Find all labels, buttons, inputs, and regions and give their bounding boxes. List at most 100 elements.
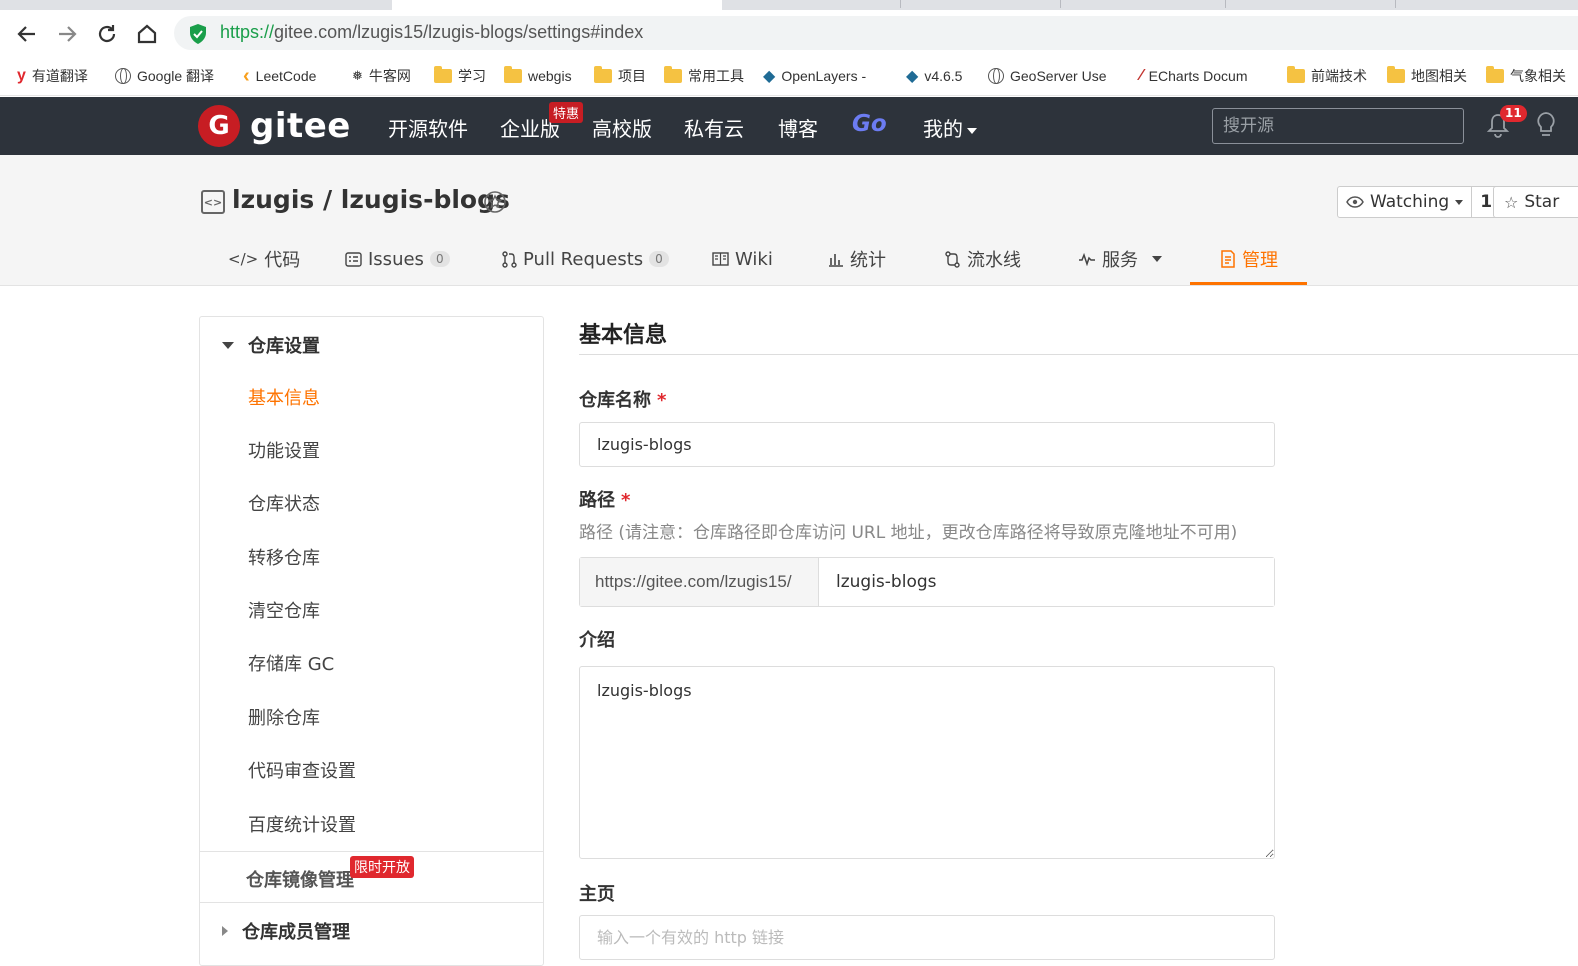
sidebar-item-code-review[interactable]: 代码审查设置 — [248, 757, 356, 783]
bookmark-item[interactable]: webgis — [504, 65, 572, 87]
bookmark-label: Google 翻译 — [137, 68, 215, 84]
globe-icon — [988, 68, 1004, 84]
required-mark: * — [621, 490, 631, 511]
bookmark-item[interactable]: ◆ v4.6.5 — [906, 65, 962, 87]
repo-name-label-text: 仓库名称 — [579, 390, 651, 411]
bookmark-item[interactable]: 项目 — [594, 65, 646, 87]
chevron-down-icon — [1152, 256, 1162, 262]
nowcoder-icon: ❅ — [352, 68, 363, 83]
bookmark-item[interactable]: 前端技术 — [1287, 65, 1367, 87]
tab-separator — [900, 0, 901, 8]
watch-button[interactable]: Watching 1 — [1337, 186, 1502, 218]
nav-mine-label: 我的 — [923, 117, 963, 141]
bookmark-label: 项目 — [618, 68, 646, 84]
bookmark-item[interactable]: ◆ OpenLayers - — [763, 65, 866, 87]
back-button[interactable] — [15, 22, 39, 46]
bookmark-label: 地图相关 — [1411, 68, 1467, 84]
sidebar-item-transfer[interactable]: 转移仓库 — [248, 544, 320, 570]
leetcode-icon: ‹ — [243, 64, 250, 87]
tab-manage[interactable]: 管理 — [1220, 245, 1278, 273]
folder-icon — [1387, 66, 1405, 83]
reload-button[interactable] — [95, 22, 119, 46]
bookmark-item[interactable]: ❅ 牛客网 — [352, 65, 411, 87]
browser-active-tab[interactable] — [392, 0, 722, 10]
issues-count-badge: 0 — [429, 251, 450, 267]
nav-open-source[interactable]: 开源软件 — [388, 113, 468, 142]
openlayers-icon: ◆ — [763, 68, 776, 85]
nav-private-cloud[interactable]: 私有云 — [684, 113, 744, 142]
home-button[interactable] — [135, 22, 159, 46]
bookmark-label: 常用工具 — [688, 68, 744, 84]
globe-icon — [115, 68, 131, 84]
bookmark-item[interactable]: Google 翻译 — [115, 65, 214, 87]
star-button[interactable]: ☆ Star — [1493, 186, 1578, 218]
nav-blog[interactable]: 博客 — [778, 113, 818, 142]
path-hint: 路径 (请注意：仓库路径即仓库访问 URL 地址，更改仓库路径将导致原克隆地址不… — [579, 523, 1238, 543]
tab-pipeline-label: 流水线 — [967, 250, 1021, 271]
sidebar-item-basic-info[interactable]: 基本信息 — [248, 384, 320, 410]
back-arrow-icon — [17, 26, 35, 42]
tab-service[interactable]: 服务 — [1078, 245, 1162, 273]
section-divider — [579, 354, 1578, 355]
sidebar-group-repo-settings[interactable]: 仓库设置 — [222, 332, 320, 358]
forward-button[interactable] — [55, 22, 79, 46]
nav-education[interactable]: 高校版 — [592, 113, 652, 142]
lightbulb-icon[interactable] — [1534, 111, 1558, 139]
bookmark-item[interactable]: 气象相关 — [1486, 65, 1566, 87]
bookmark-item[interactable]: ∕ ECharts Docum — [1140, 65, 1247, 87]
bookmark-item[interactable]: y 有道翻译 — [17, 65, 88, 87]
echarts-icon: ∕ — [1140, 67, 1143, 84]
bookmark-item[interactable]: 常用工具 — [664, 65, 744, 87]
caret-down-icon — [222, 341, 234, 349]
bookmark-label: ECharts Docum — [1148, 68, 1248, 84]
required-mark: * — [657, 390, 667, 411]
sidebar-item-delete[interactable]: 删除仓库 — [248, 704, 320, 730]
issues-icon — [345, 251, 362, 267]
sidebar-group-members[interactable]: 仓库成员管理 — [222, 918, 350, 944]
sidebar-item-features[interactable]: 功能设置 — [248, 437, 320, 463]
gitee-logo-text: gitee — [250, 106, 351, 146]
repo-name-input[interactable] — [579, 422, 1275, 467]
path-input[interactable] — [819, 558, 1274, 606]
tab-pipeline[interactable]: 流水线 — [944, 245, 1021, 273]
tab-service-label: 服务 — [1102, 250, 1138, 271]
bookmark-item[interactable]: 地图相关 — [1387, 65, 1467, 87]
limited-time-badge: 限时开放 — [350, 856, 414, 878]
nav-go[interactable]: Go — [852, 111, 887, 137]
nav-mine[interactable]: 我的 — [923, 113, 977, 142]
watch-button-main[interactable]: Watching — [1338, 187, 1473, 217]
project-title[interactable]: lzugis / lzugis-blogs — [232, 185, 510, 214]
repo-code-icon: <> — [201, 190, 225, 214]
sidebar-item-mirror[interactable]: 仓库镜像管理 — [246, 866, 354, 892]
tab-wiki[interactable]: Wiki — [712, 245, 773, 273]
bookmark-item[interactable]: GeoServer Use — [988, 65, 1106, 87]
tab-issues[interactable]: Issues 0 — [345, 245, 450, 273]
gitee-logo[interactable]: G gitee — [198, 105, 351, 147]
sidebar-group-members-label: 仓库成员管理 — [242, 922, 350, 943]
search-input[interactable] — [1212, 108, 1464, 144]
pipeline-icon — [945, 250, 960, 268]
bookmark-item[interactable]: ‹ LeetCode — [243, 65, 316, 87]
tab-issues-label: Issues — [368, 248, 424, 270]
url-scheme: https:// — [220, 22, 275, 42]
tab-manage-label: 管理 — [1242, 250, 1278, 271]
sidebar-item-baidu-stats[interactable]: 百度统计设置 — [248, 811, 356, 837]
homepage-input[interactable] — [579, 915, 1275, 960]
pull-requests-count-badge: 0 — [649, 251, 669, 267]
sidebar-item-clear[interactable]: 清空仓库 — [248, 597, 320, 623]
section-title: 基本信息 — [579, 323, 668, 348]
tab-stats[interactable]: 统计 — [828, 245, 886, 273]
url-field[interactable]: https://gitee.com/lzugis15/lzugis-blogs/… — [174, 16, 1578, 50]
tab-pull-requests[interactable]: Pull Requests 0 — [502, 245, 669, 273]
watch-label: Watching — [1370, 192, 1450, 212]
reload-icon — [98, 25, 116, 43]
service-icon — [1079, 252, 1095, 266]
chevron-down-icon — [967, 127, 977, 134]
tab-code[interactable]: </> 代码 — [228, 245, 300, 273]
intro-textarea[interactable]: lzugis-blogs — [579, 666, 1275, 859]
sidebar-item-repo-status[interactable]: 仓库状态 — [248, 490, 320, 516]
sidebar-group-label: 仓库设置 — [248, 336, 320, 357]
sidebar-item-gc[interactable]: 存储库 GC — [248, 650, 334, 676]
recommend-badge-icon — [484, 191, 506, 213]
bookmark-item[interactable]: 学习 — [434, 65, 486, 87]
